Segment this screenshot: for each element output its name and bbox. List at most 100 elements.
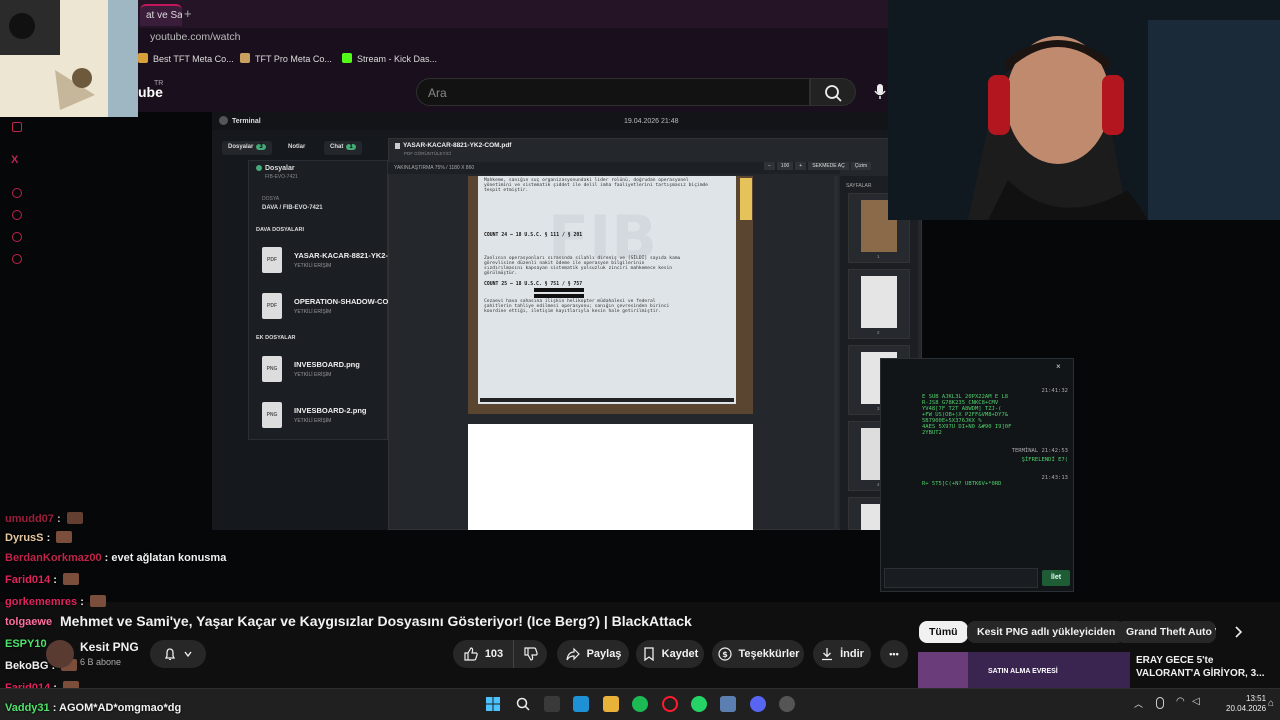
file-row[interactable]: PNG INVESBOARD.png YETKİLİ ERİŞİM <box>256 352 388 388</box>
case-id: DAVA / FIB-EVO-7421 <box>262 205 323 211</box>
chip-gta[interactable]: Grand Theft Auto V <box>1116 621 1216 643</box>
file-access: YETKİLİ ERİŞİM <box>294 418 332 424</box>
app-icon[interactable] <box>720 696 736 712</box>
channel-avatar[interactable] <box>46 640 74 668</box>
chip-all[interactable]: Tümü <box>919 621 968 643</box>
folder-icon[interactable] <box>603 696 619 712</box>
recommended-title[interactable]: ERAY GECE 5'te VALORANT'A GİRİYOR, 3... <box>1136 654 1276 680</box>
voice-search-button[interactable] <box>868 78 888 106</box>
notifications-button[interactable] <box>150 640 206 668</box>
browser-tab[interactable]: at ve Sam <box>140 4 182 26</box>
chat-message: Vaddy31 : AGOM*AD*omgmao*dg <box>5 702 182 714</box>
page-thumbnail[interactable]: 2 <box>848 269 910 339</box>
terminal-title: Terminal <box>232 118 261 125</box>
new-tab-button[interactable]: + <box>184 6 196 22</box>
chip-uploader[interactable]: Kesit PNG adlı yükleyiciden <box>967 621 1126 643</box>
edge-icon[interactable] <box>573 696 589 712</box>
download-button[interactable]: İndir <box>813 640 871 668</box>
open-in-tab-button[interactable]: SEKMEDE AÇ <box>808 162 849 170</box>
file-row[interactable]: PDF OPERATION-SHADOW-CO YETKİLİ ERİŞİM <box>256 289 388 325</box>
kick-icon <box>342 53 352 63</box>
pdf-next-page[interactable] <box>468 424 753 530</box>
region-code: TR <box>154 80 164 87</box>
system-clock[interactable]: 13:51 20.04.2026 <box>1226 694 1266 714</box>
start-icon[interactable] <box>485 696 501 712</box>
tray-chevron-icon[interactable]: ︿ <box>1134 697 1143 710</box>
png-icon: PNG <box>262 356 282 382</box>
share-button[interactable]: Paylaş <box>557 640 629 668</box>
tab-files[interactable]: Dosyalar 3 <box>222 141 272 155</box>
tab-chat[interactable]: Chat 1 <box>324 141 362 155</box>
draw-button[interactable]: Çizim <box>850 162 872 170</box>
bookmark-2[interactable]: TFT Pro Meta Co... <box>240 53 332 64</box>
wifi-icon[interactable]: ◠ <box>1176 696 1185 707</box>
game-scene-image <box>0 0 138 117</box>
tft-icon <box>240 53 250 63</box>
terminal-icon <box>219 116 228 125</box>
svg-text:$: $ <box>722 650 728 659</box>
close-button[interactable]: × <box>1056 362 1061 371</box>
files-subtitle: FIB-EVO-7421 <box>265 174 298 180</box>
share-icon <box>565 647 580 661</box>
thumbs-down-icon <box>523 647 538 661</box>
file-name: OPERATION-SHADOW-CO <box>294 297 389 306</box>
chevron-right-icon <box>1235 626 1243 638</box>
volume-icon[interactable]: ◁ <box>1192 696 1200 707</box>
bookmark-1[interactable]: Best TFT Meta Co... <box>138 53 234 64</box>
send-button[interactable]: İlet <box>1042 570 1070 586</box>
bookmark-3[interactable]: Stream - Kick Das... <box>342 53 437 64</box>
channel-name[interactable]: Kesit PNG <box>80 640 139 654</box>
thanks-button[interactable]: $ Teşekkürler <box>712 640 804 668</box>
files-title: Dosyalar <box>265 165 295 172</box>
file-row[interactable]: PDF YASAR-KACAR-8821-YK2- YETKİLİ ERİŞİM <box>256 243 388 279</box>
pages-title: SAYFALAR <box>846 183 872 189</box>
terminal-datetime: 19.04.2026 21:48 <box>624 118 679 125</box>
subscriber-count: 6 B abone <box>80 657 122 667</box>
search-icon[interactable] <box>515 696 531 712</box>
game-webcam-overlay <box>0 0 138 117</box>
pdf-icon: PDF <box>262 293 282 319</box>
files-status-icon <box>256 165 262 171</box>
search-button[interactable] <box>810 78 856 106</box>
emote-icon <box>56 531 73 543</box>
download-icon <box>822 648 833 661</box>
whatsapp-icon[interactable] <box>691 696 707 712</box>
more-actions-button[interactable]: ••• <box>880 640 908 668</box>
save-button[interactable]: Kaydet <box>636 640 704 668</box>
dislike-button[interactable] <box>513 640 547 668</box>
like-button[interactable]: 103 <box>453 640 513 668</box>
pdf-icon: PDF <box>262 247 282 273</box>
pdf-filename: YASAR-KACAR-8821-YK2-COM.pdf <box>403 142 512 149</box>
pdf-page[interactable]: FIB Mahkeme, sanığın suç organizasyonund… <box>478 176 736 404</box>
mic-icon[interactable] <box>1156 697 1164 709</box>
tab-notes[interactable]: Notlar <box>282 141 311 155</box>
chat-message: BerdanKorkmaz00 : evet ağlatan konusma <box>5 552 227 564</box>
chips-next-button[interactable] <box>1230 624 1246 645</box>
pdf-scrollbar[interactable] <box>834 176 838 530</box>
thumbs-up-icon <box>464 647 478 661</box>
emote-icon <box>66 512 83 524</box>
file-row[interactable]: PNG INVESBOARD-2.png YETKİLİ ERİŞİM <box>256 398 388 434</box>
steam-icon[interactable] <box>779 696 795 712</box>
zoom-out-button[interactable]: − <box>764 162 775 170</box>
store-icon[interactable] <box>544 696 560 712</box>
address-bar[interactable]: youtube.com/watch <box>150 31 240 43</box>
recommended-thumbnail[interactable]: SATIN ALMA EVRESİ <box>918 652 1130 688</box>
mic-icon <box>874 84 886 99</box>
discord-icon[interactable] <box>750 696 766 712</box>
opera-icon[interactable] <box>662 696 678 712</box>
redaction-bar <box>534 294 584 298</box>
chat-message: DyrusS : <box>5 531 73 544</box>
pdf-zoom-info: YAKINLAŞTIRMA 75% / 1180 X 860 <box>394 165 475 171</box>
notification-icon[interactable]: ⌂ <box>1268 698 1274 709</box>
chat-message: umudd07 : <box>5 512 83 525</box>
search-placeholder: Ara <box>428 86 447 100</box>
search-input[interactable] <box>416 78 810 106</box>
bookmark-icon <box>644 647 654 662</box>
terminal-chat-input[interactable] <box>884 568 1038 588</box>
folder-tab <box>740 178 752 220</box>
spotify-icon[interactable] <box>632 696 648 712</box>
streamer-webcam-overlay <box>888 0 1280 220</box>
zoom-in-button[interactable]: + <box>795 162 807 170</box>
clock-icon <box>12 210 22 220</box>
